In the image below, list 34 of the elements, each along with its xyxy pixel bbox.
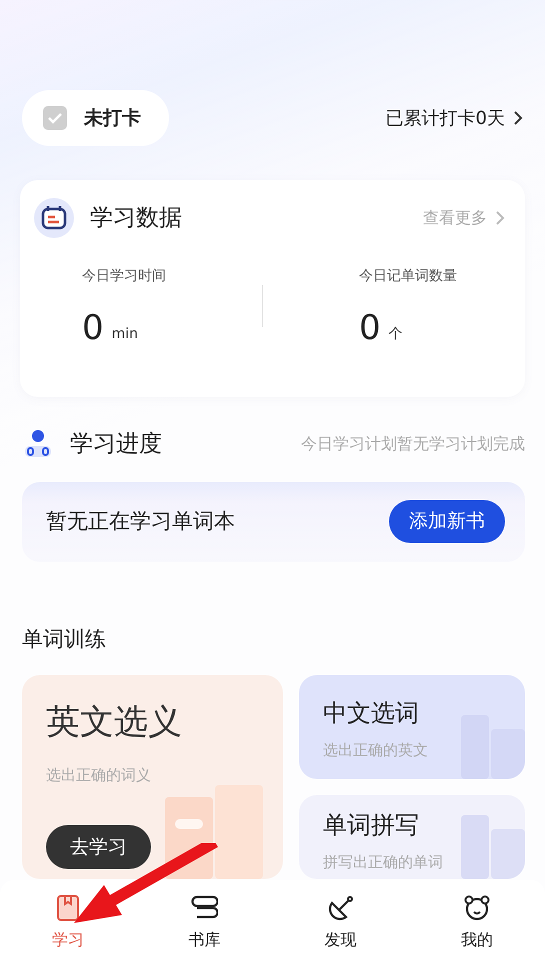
card-subtitle: 拼写出正确的单词 [323, 852, 444, 873]
chevron-right-icon [513, 110, 523, 126]
stat-unit: min [112, 325, 138, 344]
card-title: 单词拼写 [323, 810, 420, 841]
empty-wordbook-text: 暂无正在学习单词本 [46, 508, 235, 535]
section-title: 学习进度 [70, 430, 162, 459]
training-card[interactable]: 单词拼写 拼写出正确的单词 [299, 795, 525, 879]
checkbox-icon[interactable] [42, 105, 68, 131]
stat-label: 今日学习时间 [82, 267, 166, 286]
section-title: 单词训练 [22, 626, 107, 652]
plan-status-text: 今日学习计划暂无学习计划完成 [301, 433, 525, 456]
stat-value: 0 [359, 311, 381, 345]
tab[interactable]: 发现 [272, 880, 409, 970]
stat-unit: 个 [388, 325, 403, 344]
study-button[interactable]: 去学习 [46, 824, 151, 869]
streak-link[interactable]: 已累计打卡0天 [386, 104, 523, 132]
training-card[interactable]: 英文选义 选出正确的词义 去学习 [22, 675, 283, 879]
chevron-right-icon [495, 210, 505, 226]
card-subtitle: 选出正确的词义 [46, 765, 152, 786]
stat-label: 今日记单词数量 [359, 267, 457, 286]
tab[interactable]: 我的 [408, 880, 545, 970]
stat-value: 0 [82, 311, 104, 345]
bear-face-icon [462, 894, 491, 922]
tab[interactable]: 学习 [0, 880, 136, 970]
training-card[interactable]: 中文选词 选出正确的英文 [299, 675, 525, 779]
tab[interactable]: 书库 [136, 880, 272, 970]
card-title: 中文选词 [323, 698, 420, 729]
card-title: 英文选义 [46, 701, 183, 744]
satellite-dish-icon [326, 894, 355, 922]
section-title: 学习数据 [90, 204, 182, 233]
add-book-button[interactable]: 添加新书 [389, 500, 505, 543]
checkin-button[interactable]: 未打卡 [22, 90, 169, 146]
calendar-icon [34, 198, 74, 238]
card-subtitle: 选出正确的英文 [323, 740, 429, 761]
